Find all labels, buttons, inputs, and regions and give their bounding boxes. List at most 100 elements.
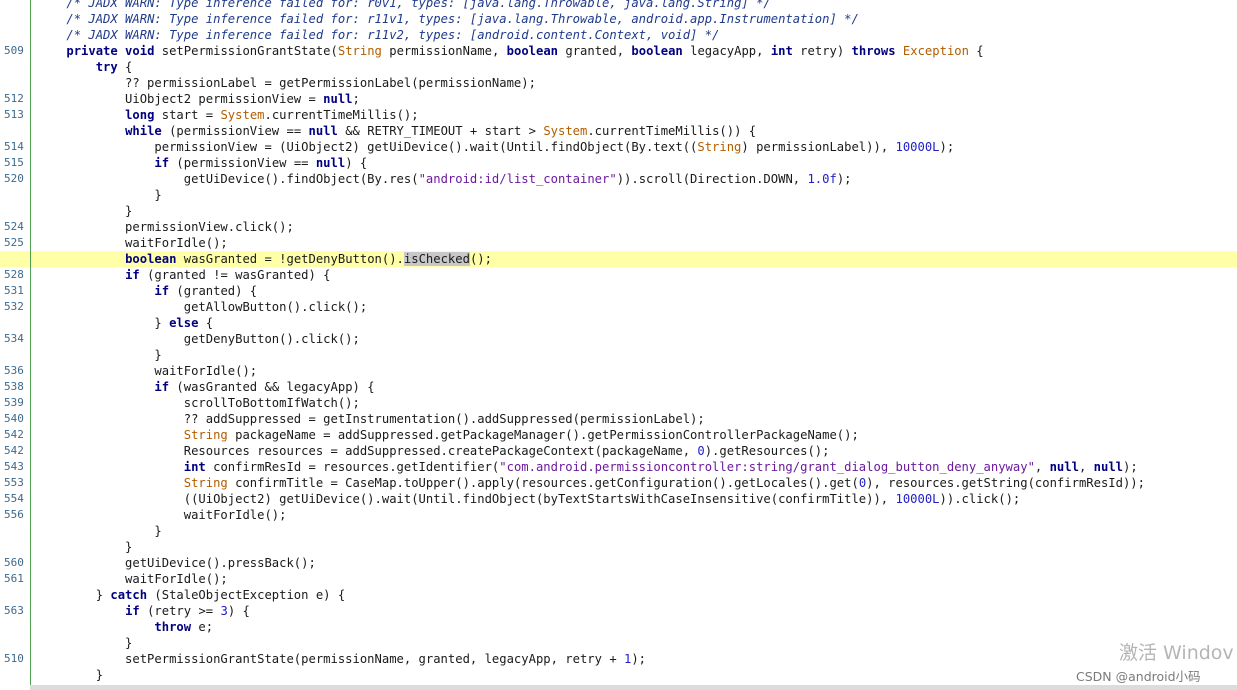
code-text[interactable]: setPermissionGrantState(permissionName, … bbox=[37, 651, 646, 667]
code-text[interactable]: ?? addSuppressed = getInstrumentation().… bbox=[37, 411, 705, 427]
code-line[interactable]: 561 waitForIdle(); bbox=[0, 571, 1237, 587]
line-number: 531 bbox=[4, 284, 24, 297]
code-text[interactable]: permissionView = (UiObject2) getUiDevice… bbox=[37, 139, 954, 155]
code-text[interactable]: } bbox=[37, 523, 161, 539]
code-text[interactable]: throw e; bbox=[37, 619, 213, 635]
code-text[interactable]: ((UiObject2) getUiDevice().wait(Until.fi… bbox=[37, 491, 1021, 507]
code-line[interactable]: throw e; bbox=[0, 619, 1237, 635]
line-number: 556 bbox=[4, 508, 24, 521]
code-text[interactable]: /* JADX WARN: Type inference failed for:… bbox=[37, 27, 719, 43]
code-text[interactable]: } else { bbox=[37, 315, 213, 331]
code-text[interactable]: scrollToBottomIfWatch(); bbox=[37, 395, 360, 411]
line-number: 514 bbox=[4, 140, 24, 153]
code-line[interactable]: boolean wasGranted = !getDenyButton().is… bbox=[0, 251, 1237, 267]
code-text[interactable]: getDenyButton().click(); bbox=[37, 331, 360, 347]
code-text[interactable]: /* JADX WARN: Type inference failed for:… bbox=[37, 0, 770, 11]
code-text[interactable]: } bbox=[37, 635, 132, 651]
code-text[interactable]: getUiDevice().findObject(By.res("android… bbox=[37, 171, 852, 187]
code-line[interactable]: /* JADX WARN: Type inference failed for:… bbox=[0, 27, 1237, 43]
code-line[interactable]: 531 if (granted) { bbox=[0, 283, 1237, 299]
line-number: 543 bbox=[4, 460, 24, 473]
code-line[interactable]: 515 if (permissionView == null) { bbox=[0, 155, 1237, 171]
code-line[interactable]: ?? permissionLabel = getPermissionLabel(… bbox=[0, 75, 1237, 91]
line-number: 560 bbox=[4, 556, 24, 569]
code-line[interactable]: 532 getAllowButton().click(); bbox=[0, 299, 1237, 315]
code-line[interactable]: } bbox=[0, 523, 1237, 539]
line-number: 538 bbox=[4, 380, 24, 393]
code-line[interactable]: 553 String confirmTitle = CaseMap.toUppe… bbox=[0, 475, 1237, 491]
code-editor[interactable]: /* JADX WARN: Type inference failed for:… bbox=[0, 0, 1237, 686]
code-line[interactable]: 556 waitForIdle(); bbox=[0, 507, 1237, 523]
code-line[interactable]: 509 private void setPermissionGrantState… bbox=[0, 43, 1237, 59]
code-text[interactable]: try { bbox=[37, 59, 133, 75]
code-text[interactable]: ?? permissionLabel = getPermissionLabel(… bbox=[37, 75, 536, 91]
code-text[interactable]: if (permissionView == null) { bbox=[37, 155, 367, 171]
code-text[interactable]: } bbox=[37, 187, 161, 203]
code-text[interactable]: getAllowButton().click(); bbox=[37, 299, 367, 315]
code-line[interactable]: 528 if (granted != wasGranted) { bbox=[0, 267, 1237, 283]
code-line[interactable]: try { bbox=[0, 59, 1237, 75]
code-text[interactable]: if (granted != wasGranted) { bbox=[37, 267, 330, 283]
code-text[interactable]: waitForIdle(); bbox=[37, 507, 287, 523]
code-text[interactable]: Resources resources = addSuppressed.crea… bbox=[37, 443, 830, 459]
code-line[interactable]: } else { bbox=[0, 315, 1237, 331]
code-line[interactable]: } bbox=[0, 187, 1237, 203]
code-text[interactable]: UiObject2 permissionView = null; bbox=[37, 91, 360, 107]
code-line[interactable]: 538 if (wasGranted && legacyApp) { bbox=[0, 379, 1237, 395]
code-text[interactable]: } catch (StaleObjectException e) { bbox=[37, 587, 346, 603]
code-text[interactable]: String packageName = addSuppressed.getPa… bbox=[37, 427, 859, 443]
code-text[interactable]: } bbox=[37, 667, 103, 683]
code-text[interactable]: /* JADX WARN: Type inference failed for:… bbox=[37, 11, 858, 27]
code-line[interactable]: 524 permissionView.click(); bbox=[0, 219, 1237, 235]
code-line[interactable]: /* JADX WARN: Type inference failed for:… bbox=[0, 0, 1237, 11]
code-line[interactable]: 513 long start = System.currentTimeMilli… bbox=[0, 107, 1237, 123]
code-text[interactable]: int confirmResId = resources.getIdentifi… bbox=[37, 459, 1138, 475]
code-line[interactable]: 520 getUiDevice().findObject(By.res("and… bbox=[0, 171, 1237, 187]
code-line[interactable]: } bbox=[0, 203, 1237, 219]
code-text[interactable]: waitForIdle(); bbox=[37, 235, 228, 251]
code-line[interactable]: 525 waitForIdle(); bbox=[0, 235, 1237, 251]
code-line[interactable]: 554 ((UiObject2) getUiDevice().wait(Unti… bbox=[0, 491, 1237, 507]
line-number: 528 bbox=[4, 268, 24, 281]
code-line[interactable]: 543 int confirmResId = resources.getIden… bbox=[0, 459, 1237, 475]
code-text[interactable]: boolean wasGranted = !getDenyButton().is… bbox=[37, 251, 492, 267]
horizontal-scrollbar[interactable] bbox=[30, 685, 1237, 690]
code-text[interactable]: if (granted) { bbox=[37, 283, 257, 299]
code-text[interactable]: } bbox=[37, 347, 161, 363]
code-line[interactable]: 540 ?? addSuppressed = getInstrumentatio… bbox=[0, 411, 1237, 427]
code-line[interactable]: } bbox=[0, 667, 1237, 683]
code-line[interactable]: 514 permissionView = (UiObject2) getUiDe… bbox=[0, 139, 1237, 155]
code-text[interactable]: if (retry >= 3) { bbox=[37, 603, 250, 619]
code-line[interactable]: 542 Resources resources = addSuppressed.… bbox=[0, 443, 1237, 459]
line-number: 509 bbox=[4, 44, 24, 57]
code-line[interactable]: 512 UiObject2 permissionView = null; bbox=[0, 91, 1237, 107]
code-line[interactable]: 536 waitForIdle(); bbox=[0, 363, 1237, 379]
code-text[interactable]: while (permissionView == null && RETRY_T… bbox=[37, 123, 756, 139]
code-text[interactable]: long start = System.currentTimeMillis(); bbox=[37, 107, 419, 123]
code-text[interactable]: private void setPermissionGrantState(Str… bbox=[37, 43, 983, 59]
code-line[interactable]: } catch (StaleObjectException e) { bbox=[0, 587, 1237, 603]
code-text[interactable]: String confirmTitle = CaseMap.toUpper().… bbox=[37, 475, 1145, 491]
code-line[interactable]: 510 setPermissionGrantState(permissionNa… bbox=[0, 651, 1237, 667]
code-line[interactable]: while (permissionView == null && RETRY_T… bbox=[0, 123, 1237, 139]
code-line[interactable]: 560 getUiDevice().pressBack(); bbox=[0, 555, 1237, 571]
code-line[interactable]: 539 scrollToBottomIfWatch(); bbox=[0, 395, 1237, 411]
code-line[interactable]: 563 if (retry >= 3) { bbox=[0, 603, 1237, 619]
line-number: 524 bbox=[4, 220, 24, 233]
code-line[interactable]: } bbox=[0, 635, 1237, 651]
code-line[interactable]: } bbox=[0, 347, 1237, 363]
code-line[interactable]: } bbox=[0, 539, 1237, 555]
line-number: 536 bbox=[4, 364, 24, 377]
code-text[interactable]: if (wasGranted && legacyApp) { bbox=[37, 379, 374, 395]
line-number: 513 bbox=[4, 108, 24, 121]
code-text[interactable]: } bbox=[37, 539, 132, 555]
code-text[interactable]: getUiDevice().pressBack(); bbox=[37, 555, 316, 571]
gutter-divider bbox=[30, 0, 31, 686]
code-line[interactable]: /* JADX WARN: Type inference failed for:… bbox=[0, 11, 1237, 27]
code-text[interactable]: } bbox=[37, 203, 132, 219]
code-line[interactable]: 542 String packageName = addSuppressed.g… bbox=[0, 427, 1237, 443]
code-text[interactable]: waitForIdle(); bbox=[37, 571, 228, 587]
code-text[interactable]: permissionView.click(); bbox=[37, 219, 294, 235]
code-line[interactable]: 534 getDenyButton().click(); bbox=[0, 331, 1237, 347]
code-text[interactable]: waitForIdle(); bbox=[37, 363, 257, 379]
